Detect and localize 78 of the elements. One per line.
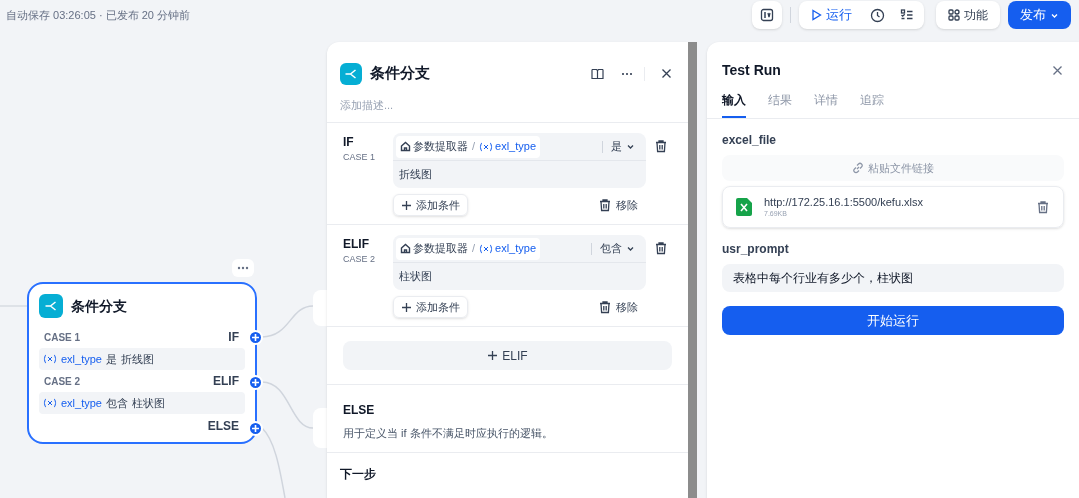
play-icon: [811, 9, 822, 21]
variable-name: exl_type: [495, 139, 537, 155]
node-title: 条件分支: [71, 296, 127, 316]
publish-button[interactable]: 发布: [1008, 1, 1071, 29]
branch-icon: [39, 294, 63, 318]
path-separator: /: [472, 139, 476, 155]
trash-icon[interactable]: [654, 241, 668, 255]
add-elif-button[interactable]: ELIF: [343, 341, 672, 370]
variable-icon: [479, 243, 494, 254]
operator: 是: [106, 351, 117, 367]
close-icon[interactable]: [1050, 63, 1064, 77]
trash-icon: [598, 198, 612, 212]
more-icon[interactable]: [232, 259, 254, 277]
branch-label: IF: [343, 134, 355, 151]
description-field[interactable]: 添加描述...: [340, 95, 640, 115]
home-icon: [400, 141, 411, 152]
condition-value: 折线图: [121, 351, 154, 367]
operator: 包含: [106, 395, 128, 411]
link-icon: [852, 162, 864, 174]
start-run-button[interactable]: 开始运行: [722, 306, 1064, 335]
field-label: usr_prompt: [722, 241, 790, 258]
variables-icon: [760, 8, 774, 22]
remove-button[interactable]: 移除: [598, 298, 638, 316]
plus-icon: [401, 301, 412, 313]
variable-name: exl_type: [495, 241, 537, 257]
condition-value[interactable]: 柱状图: [393, 263, 646, 290]
else-title: ELSE: [343, 402, 376, 419]
trash-icon: [598, 300, 612, 314]
variable-chip[interactable]: 参数提取器 / exl_type: [396, 237, 541, 260]
variable-icon: [43, 354, 57, 364]
case-label: CASE 2: [343, 253, 376, 266]
condition-value: 柱状图: [132, 395, 165, 411]
source-name: 参数提取器: [413, 241, 468, 257]
add-condition-button[interactable]: 添加条件: [393, 194, 468, 216]
field-label: excel_file: [722, 132, 778, 149]
chevron-down-icon: [626, 142, 635, 151]
condition-value[interactable]: 折线图: [393, 161, 646, 188]
condition-node[interactable]: 条件分支 CASE 1 IF exl_type 是 折线图 CASE 2 ELIF exl_type 包含 柱状图 ELSE: [27, 282, 257, 444]
operator-dropdown[interactable]: 是: [611, 138, 635, 155]
plus-icon: [401, 199, 412, 211]
remove-button[interactable]: 移除: [598, 196, 638, 214]
grid-icon: [948, 9, 960, 21]
autosave-status: 自动保存 03:26:05 · 已发布 20 分钟前: [6, 8, 190, 23]
env-button[interactable]: [752, 1, 782, 29]
case-label: CASE 2: [44, 374, 81, 389]
plus-icon: [487, 350, 499, 361]
source-name: 参数提取器: [413, 139, 468, 155]
panel-title: 条件分支: [370, 63, 431, 84]
tab[interactable]: 输入: [722, 84, 746, 118]
variable-icon: [479, 141, 494, 152]
add-condition-button[interactable]: 添加条件: [393, 296, 468, 318]
prompt-input-field[interactable]: 表格中每个行业有多少个，柱状图: [722, 264, 1064, 292]
variable-icon: [43, 398, 57, 408]
home-icon: [400, 243, 411, 254]
path-separator: /: [472, 241, 476, 257]
variable-name: exl_type: [61, 351, 102, 367]
branch-label: ELSE: [207, 418, 239, 435]
branch-label: ELIF: [213, 373, 239, 390]
section-title: 下一步: [339, 465, 377, 483]
panel-title: Test Run: [722, 60, 781, 80]
trash-icon[interactable]: [654, 139, 668, 153]
file-name: http://172.25.16.1:5500/kefu.xlsx: [764, 195, 924, 210]
features-button[interactable]: 功能: [936, 1, 1000, 29]
else-description: 用于定义当 if 条件不满足时应执行的逻辑。: [343, 426, 554, 441]
case-label: CASE 1: [343, 151, 376, 164]
operator-dropdown[interactable]: 包含: [600, 240, 635, 257]
spreadsheet-icon: [736, 198, 752, 216]
branch-icon: [340, 62, 362, 85]
connector-line: [261, 305, 314, 338]
chevron-down-icon: [626, 244, 635, 253]
scrollbar[interactable]: [688, 42, 697, 498]
branch-label: IF: [228, 329, 239, 346]
branch-label: ELIF: [343, 236, 370, 253]
run-button[interactable]: 运行: [803, 3, 860, 27]
variable-chip[interactable]: 参数提取器 / exl_type: [396, 135, 541, 158]
case-label: CASE 1: [44, 330, 81, 345]
trash-icon[interactable]: [1036, 200, 1050, 214]
variable-name: exl_type: [61, 395, 102, 411]
